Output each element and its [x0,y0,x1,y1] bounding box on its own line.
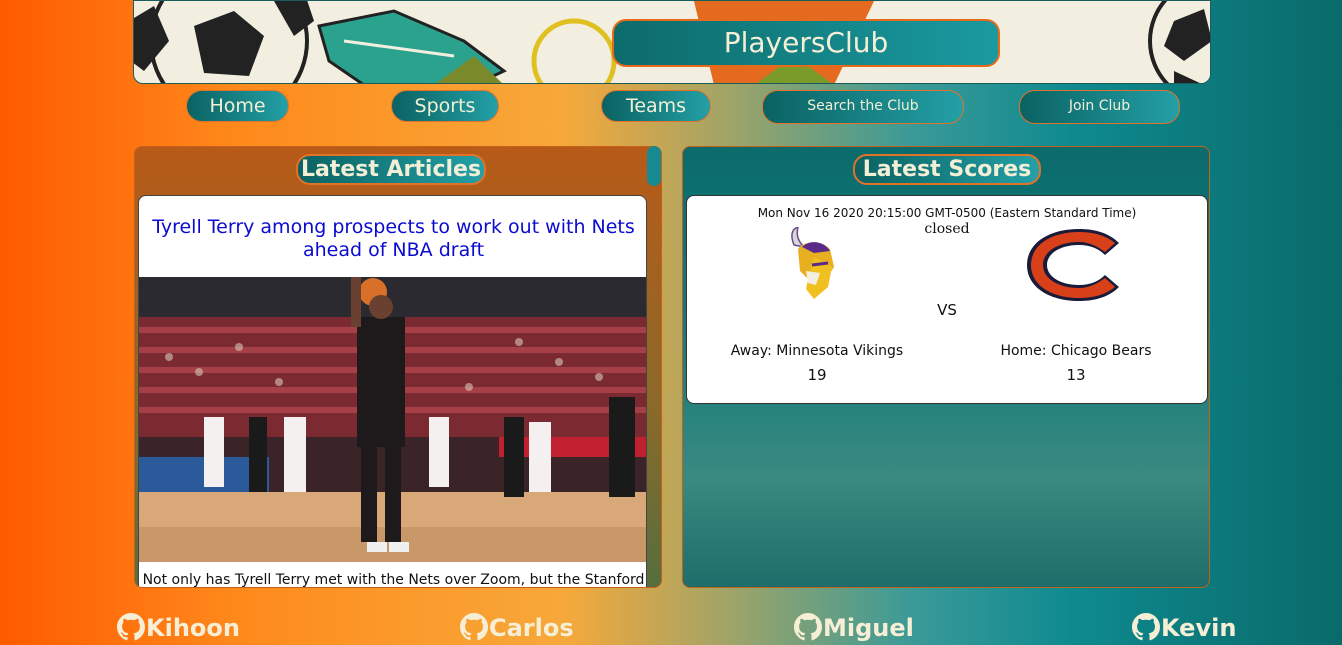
github-icon [117,613,145,641]
nav-home-button[interactable]: Home [186,90,289,122]
latest-articles-heading: Latest Articles [296,154,486,185]
chicago-bears-logo-icon [1027,229,1119,301]
footer-link-miguel[interactable]: Miguel [794,612,914,644]
footer-link-kihoon[interactable]: Kihoon [117,612,240,644]
home-team-label: Home: Chicago Bears [1000,343,1152,359]
away-team-score: 19 [807,366,827,384]
footer-link-carlos[interactable]: Carlos [460,612,574,644]
latest-articles-panel[interactable]: Latest Articles Tyrell Terry among prosp… [134,146,662,588]
article-snippet: Not only has Tyrell Terry met with the N… [142,572,645,588]
nav-sports-button[interactable]: Sports [391,90,499,122]
github-icon [1132,613,1160,641]
site-brand-title[interactable]: PlayersClub [612,19,1000,67]
articles-scrollbar[interactable] [647,146,661,186]
footer-link-label: Kihoon [146,614,240,642]
join-club-button[interactable]: Join Club [1019,90,1180,124]
article-card[interactable]: Tyrell Terry among prospects to work out… [138,195,647,588]
versus-label: VS [937,301,957,319]
latest-scores-panel: Latest Scores Mon Nov 16 2020 20:15:00 G… [682,146,1210,588]
home-team-score: 13 [1066,366,1086,384]
github-icon [460,613,488,641]
footer-link-label: Miguel [823,614,914,642]
game-score-card[interactable]: Mon Nov 16 2020 20:15:00 GMT-0500 (Easte… [686,195,1208,404]
basketball-free-throw-photo [139,277,646,562]
search-club-button[interactable]: Search the Club [762,90,964,124]
header-banner: PlayersClub [133,0,1211,84]
game-date: Mon Nov 16 2020 20:15:00 GMT-0500 (Easte… [757,206,1137,220]
footer-link-label: Kevin [1161,614,1237,642]
github-icon [794,613,822,641]
article-title-link[interactable]: Tyrell Terry among prospects to work out… [149,216,638,262]
footer-link-kevin[interactable]: Kevin [1132,612,1236,644]
minnesota-vikings-logo-icon [791,227,834,299]
away-team-label: Away: Minnesota Vikings [730,343,904,359]
nav-teams-button[interactable]: Teams [601,90,711,122]
footer-link-label: Carlos [489,614,574,642]
latest-scores-heading: Latest Scores [853,154,1041,185]
